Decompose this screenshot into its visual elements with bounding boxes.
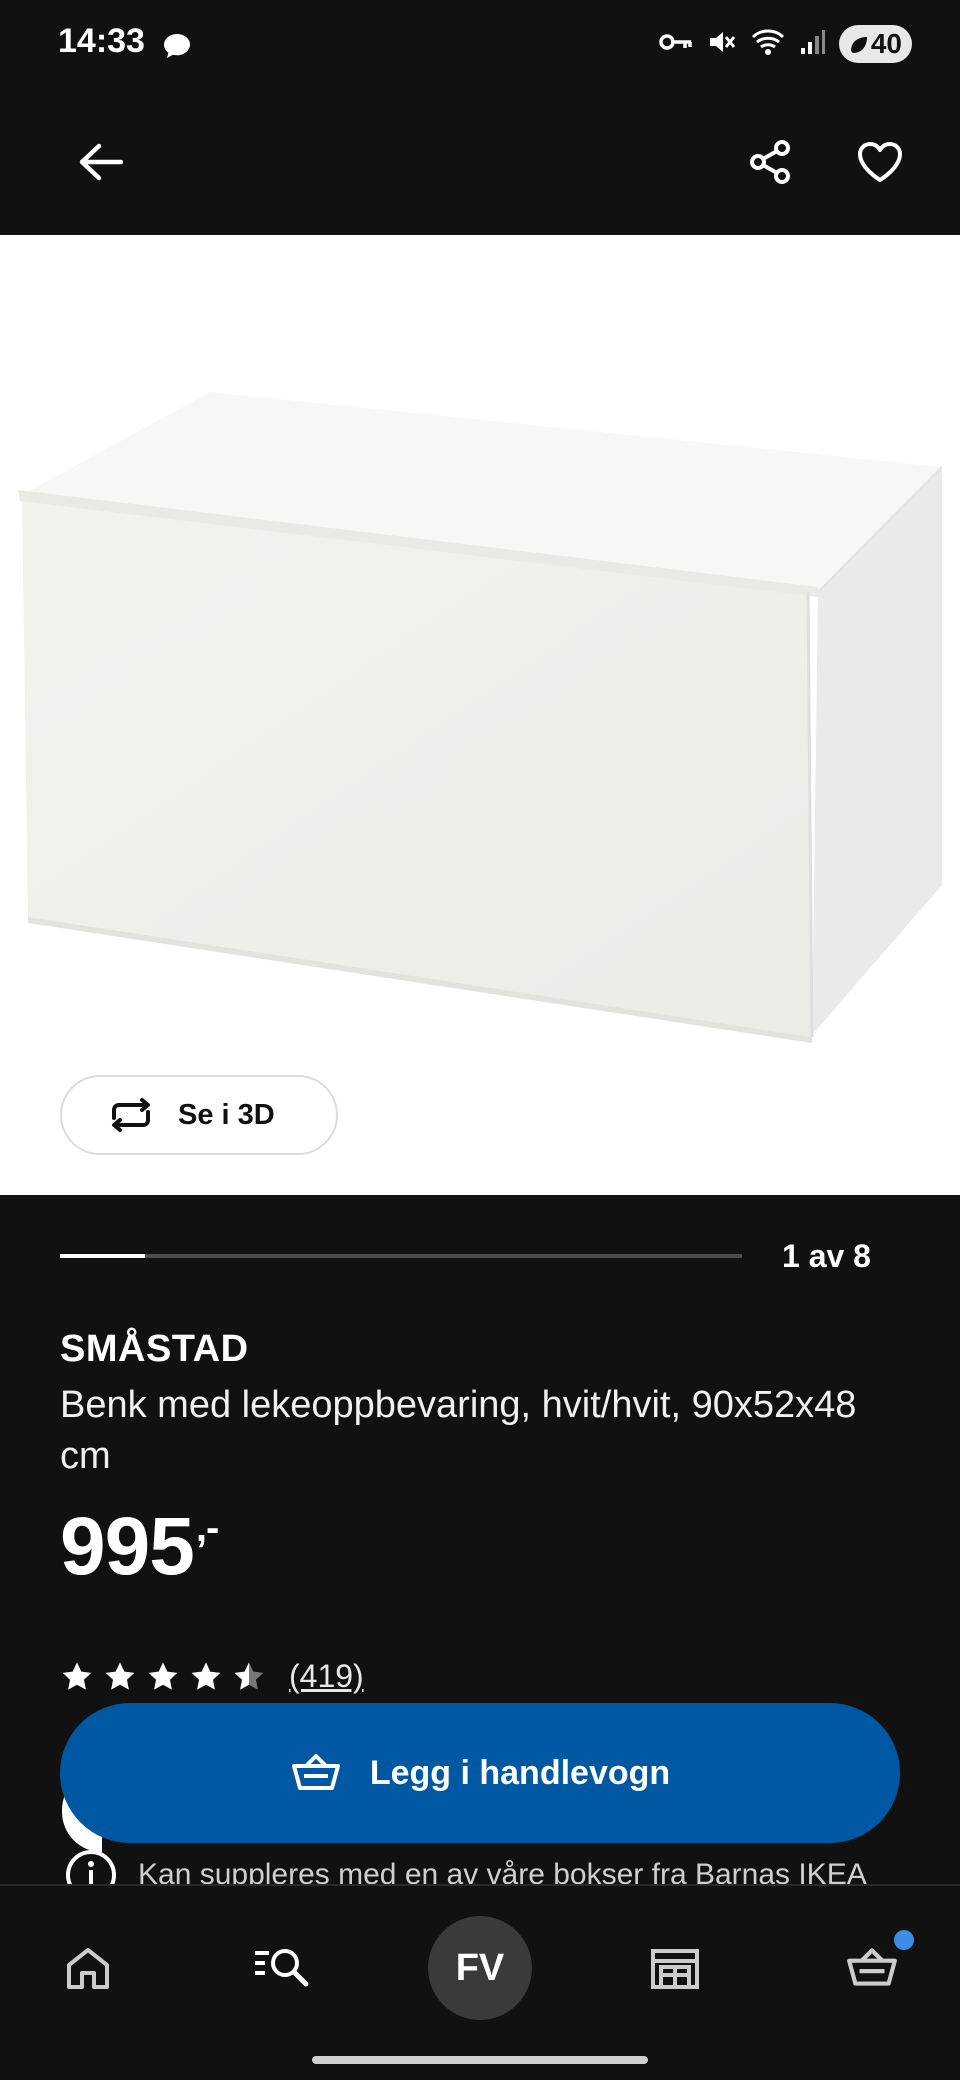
- view-3d-label: Se i 3D: [178, 1098, 275, 1131]
- nav-profile[interactable]: FV: [428, 1916, 532, 2020]
- review-count-link[interactable]: (419): [289, 1658, 364, 1695]
- share-button[interactable]: [728, 120, 812, 204]
- product-name: SMÅSTAD: [60, 1328, 249, 1370]
- share-icon: [750, 140, 790, 184]
- product-description: Benk med lekeoppbevaring, hvit/hvit, 90x…: [60, 1384, 857, 1477]
- vpn-key-icon: [659, 32, 693, 57]
- signal-icon: [799, 28, 825, 61]
- price-suffix: ,-: [195, 1506, 219, 1550]
- chat-bubble-icon: [162, 32, 192, 65]
- back-arrow-icon: [79, 143, 123, 181]
- back-button[interactable]: [58, 120, 142, 204]
- cart-icon: [847, 1948, 897, 1986]
- price-value: 995: [60, 1501, 195, 1592]
- page-indicator: 1 av 8: [782, 1238, 871, 1274]
- nav-home[interactable]: [38, 1918, 138, 2018]
- battery-level: 40: [870, 28, 902, 59]
- info-notice[interactable]: Kan suppleres med en av våre bokser fra …: [64, 1844, 944, 1884]
- product-image-gallery[interactable]: Se i 3D: [0, 235, 960, 1195]
- star-icon: [62, 1661, 92, 1690]
- status-icons: 40: [659, 24, 912, 64]
- app-bar: [0, 90, 960, 235]
- view-3d-button[interactable]: Se i 3D: [60, 1075, 338, 1155]
- wifi-icon: [751, 27, 785, 62]
- mute-icon: [707, 27, 737, 62]
- status-time: 14:33: [58, 22, 145, 60]
- info-text: Kan suppleres med en av våre bokser fra …: [138, 1858, 867, 1884]
- home-icon: [67, 1948, 109, 1989]
- add-to-cart-button[interactable]: Legg i handlevogn: [60, 1703, 900, 1843]
- gallery-progress-fill: [60, 1254, 146, 1258]
- info-icon: [66, 1850, 116, 1884]
- gallery-progress-bar: [60, 1254, 742, 1258]
- product-image: [18, 392, 943, 1043]
- add-to-cart-label: Legg i handlevogn: [369, 1753, 671, 1792]
- star-icon: [105, 1661, 135, 1690]
- gesture-bar: [312, 2056, 648, 2064]
- bottom-navigation: FV: [0, 1884, 960, 2080]
- basket-icon: [291, 1754, 340, 1790]
- product-price: 995 ,-: [60, 1500, 219, 1594]
- cart-notification-dot: [894, 1930, 914, 1950]
- nav-search[interactable]: [232, 1918, 332, 2018]
- search-icon: [255, 1949, 309, 1987]
- nav-stores[interactable]: [625, 1918, 725, 2018]
- favorite-button[interactable]: [838, 120, 922, 204]
- store-icon: [651, 1949, 699, 1989]
- battery-icon: 40: [838, 25, 912, 63]
- half-star-icon: [234, 1661, 264, 1690]
- star-icon: [191, 1661, 221, 1690]
- profile-initials: FV: [455, 1946, 505, 1989]
- rotate-3d-icon: [112, 1098, 150, 1132]
- heart-icon: [858, 142, 902, 182]
- status-bar: 14:33 40: [0, 0, 960, 90]
- star-icon: [148, 1661, 178, 1690]
- product-rating[interactable]: (419): [60, 1658, 364, 1695]
